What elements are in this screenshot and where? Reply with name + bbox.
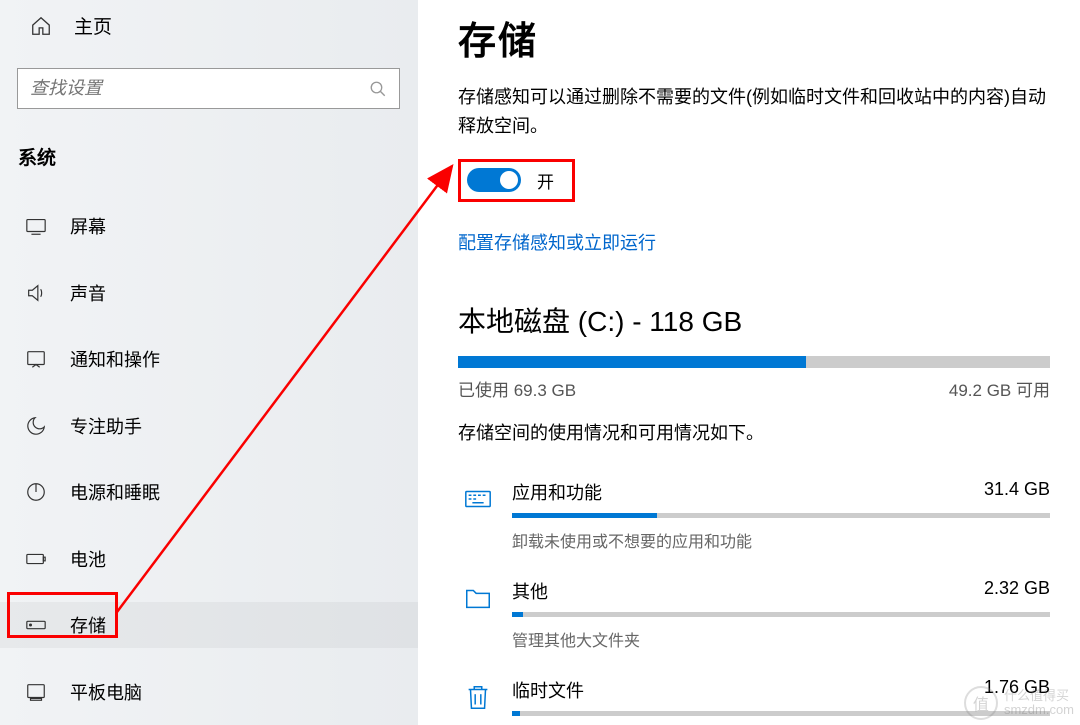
- cat-size: 31.4 GB: [984, 479, 1050, 505]
- cat-sub: 卸载未使用或不想要的应用和功能: [512, 528, 1050, 552]
- nav-item-notifications[interactable]: 通知和操作: [0, 336, 418, 382]
- main-content: 存储 存储感知可以通过删除不需要的文件(例如临时文件和回收站中的内容)自动释放空…: [418, 0, 1080, 725]
- usage-description: 存储空间的使用情况和可用情况如下。: [458, 419, 1050, 445]
- home-link[interactable]: 主页: [0, 8, 418, 43]
- apps-icon: [460, 481, 496, 517]
- nav-label: 屏幕: [70, 213, 106, 239]
- nav-item-focus[interactable]: 专注助手: [0, 403, 418, 449]
- home-label: 主页: [74, 12, 112, 39]
- nav-label: 通知和操作: [70, 346, 160, 372]
- nav-item-storage[interactable]: 存储: [0, 602, 418, 648]
- notification-icon: [24, 347, 48, 371]
- trash-icon: [460, 679, 496, 715]
- disk-title: 本地磁盘 (C:) - 118 GB: [458, 300, 1050, 340]
- nav-label: 声音: [70, 280, 106, 306]
- cat-bar-fill: [512, 612, 523, 617]
- watermark-line2: smzdm.com: [1004, 703, 1074, 717]
- disk-bar: [458, 356, 1050, 368]
- nav-label: 电池: [70, 546, 106, 572]
- toggle-state-label: 开: [537, 168, 554, 193]
- cat-sub: 管理其他大文件夹: [512, 627, 1050, 651]
- category-apps[interactable]: 应用和功能 31.4 GB 卸载未使用或不想要的应用和功能: [458, 473, 1050, 556]
- storage-sense-description: 存储感知可以通过删除不需要的文件(例如临时文件和回收站中的内容)自动释放空间。: [458, 83, 1050, 141]
- nav-label: 存储: [70, 612, 106, 638]
- battery-icon: [24, 547, 48, 571]
- cat-bar-fill: [512, 711, 520, 716]
- storage-icon: [24, 613, 48, 637]
- cat-bar-fill: [512, 513, 657, 518]
- folder-icon: [460, 580, 496, 616]
- tablet-icon: [24, 680, 48, 704]
- category-label: 系统: [0, 109, 418, 197]
- search-input-wrap[interactable]: [17, 68, 400, 109]
- cat-name: 临时文件: [512, 677, 584, 703]
- nav-item-power[interactable]: 电源和睡眠: [0, 469, 418, 515]
- cat-size: 2.32 GB: [984, 578, 1050, 604]
- watermark-line1: 什么值得买: [1004, 689, 1074, 703]
- cat-name: 应用和功能: [512, 479, 602, 505]
- focus-icon: [24, 414, 48, 438]
- storage-sense-toggle[interactable]: [467, 168, 521, 192]
- home-icon: [30, 15, 52, 37]
- watermark-badge: 值: [964, 686, 998, 720]
- annotation-highlight-toggle: 开: [458, 159, 575, 202]
- sound-icon: [24, 281, 48, 305]
- cat-name: 其他: [512, 578, 548, 604]
- disk-used-label: 已使用 69.3 GB: [458, 376, 576, 401]
- power-icon: [24, 480, 48, 504]
- sidebar: 主页 系统 屏幕 声音 通知和操作 专注助手 电源和睡眠: [0, 0, 418, 725]
- watermark: 值 什么值得买 smzdm.com: [964, 686, 1074, 720]
- nav-item-sound[interactable]: 声音: [0, 270, 418, 316]
- nav-item-tablet[interactable]: 平板电脑: [0, 669, 418, 715]
- search-input[interactable]: [30, 78, 369, 99]
- disk-bar-fill: [458, 356, 806, 368]
- nav-list: 屏幕 声音 通知和操作 专注助手 电源和睡眠 电池 存储 平板电脑: [0, 197, 418, 715]
- disk-free-label: 49.2 GB 可用: [949, 376, 1050, 401]
- category-other[interactable]: 其他 2.32 GB 管理其他大文件夹: [458, 572, 1050, 655]
- configure-link[interactable]: 配置存储感知或立即运行: [458, 229, 1050, 255]
- display-icon: [24, 214, 48, 238]
- nav-item-battery[interactable]: 电池: [0, 536, 418, 582]
- nav-label: 平板电脑: [70, 679, 142, 705]
- page-title: 存储: [458, 10, 1050, 65]
- nav-label: 电源和睡眠: [70, 479, 160, 505]
- nav-label: 专注助手: [70, 413, 142, 439]
- search-icon: [369, 80, 387, 98]
- nav-item-display[interactable]: 屏幕: [0, 203, 418, 249]
- category-temp[interactable]: 临时文件1.76 GB 选择要删除的临时文件: [458, 671, 1050, 725]
